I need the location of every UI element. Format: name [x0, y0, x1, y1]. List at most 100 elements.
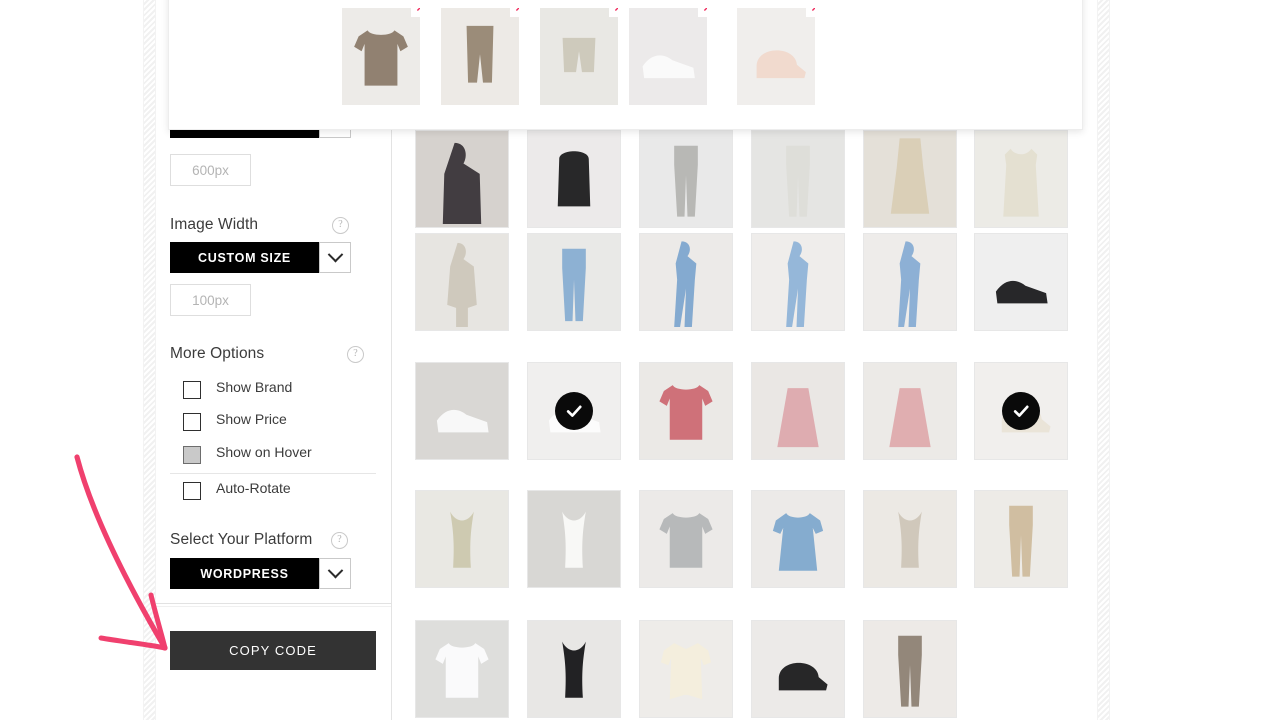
chevron-down-icon[interactable] — [319, 242, 351, 273]
page-gutter-left — [143, 0, 156, 720]
more-options-label: More Options — [170, 345, 265, 362]
product-cell-beige-tshirt-dress-model[interactable] — [415, 233, 509, 331]
copy-code-button[interactable]: COPY CODE — [170, 631, 376, 670]
help-circle-icon[interactable]: ? — [347, 346, 364, 363]
sidebar-footer-divider-2 — [155, 606, 391, 607]
product-image — [864, 131, 956, 227]
product-cell-light-blue-jeans-flat[interactable] — [527, 233, 621, 331]
selected-thumb-image — [540, 8, 618, 105]
product-cell-black-blouse-model[interactable] — [415, 130, 509, 228]
selected-thumb-taupe-short-sleeve-tee[interactable]: ✕ — [342, 8, 420, 105]
checkbox-show-on-hover[interactable] — [183, 446, 201, 464]
product-image — [416, 621, 508, 717]
product-image — [528, 491, 620, 587]
product-cell-blue-skinny-jeans-model-a[interactable] — [639, 233, 733, 331]
product-image — [975, 234, 1067, 330]
product-cell-cream-button-cardigan[interactable] — [639, 620, 733, 718]
product-image — [752, 491, 844, 587]
product-cell-grey-check-trousers[interactable] — [639, 130, 733, 228]
platform-select-value: WORDPRESS — [200, 566, 289, 581]
product-cell-beige-knit-camisole[interactable] — [415, 490, 509, 588]
product-image — [528, 621, 620, 717]
product-image — [640, 621, 732, 717]
product-cell-pink-pleated-skirt-a[interactable] — [751, 362, 845, 460]
selected-thumb-white-running-sneakers[interactable]: ✕ — [629, 8, 707, 105]
product-image — [640, 491, 732, 587]
product-cell-white-straight-trousers[interactable] — [751, 130, 845, 228]
help-circle-icon[interactable]: ? — [332, 217, 349, 234]
product-cell-black-baseball-cap[interactable] — [751, 620, 845, 718]
product-image — [528, 131, 620, 227]
product-cell-white-adidas-sneakers[interactable] — [415, 362, 509, 460]
product-cell-cream-baseball-cap[interactable] — [974, 362, 1068, 460]
platform-label: Select Your Platform — [170, 531, 313, 548]
product-image — [528, 234, 620, 330]
close-x-icon[interactable]: ✕ — [411, 8, 420, 17]
checkbox-show-brand[interactable] — [183, 381, 201, 399]
chevron-down-icon[interactable] — [319, 558, 351, 589]
platform-select[interactable]: WORDPRESS — [170, 558, 351, 589]
product-cell-black-backpack[interactable] — [527, 130, 621, 228]
product-cell-rose-pink-tee[interactable] — [639, 362, 733, 460]
product-image — [640, 131, 732, 227]
product-cell-white-tshirt[interactable] — [415, 620, 509, 718]
product-cell-black-ribbed-tank[interactable] — [527, 620, 621, 718]
selected-thumb-image — [629, 8, 707, 105]
selected-items-panel: ✕ ✕ ✕ ✕ ✕ — [168, 0, 1083, 130]
checkbox-auto-rotate[interactable] — [183, 482, 201, 500]
image-width-select[interactable]: CUSTOM SIZE — [170, 242, 351, 273]
product-image — [640, 234, 732, 330]
image-width-select-value: CUSTOM SIZE — [198, 250, 291, 265]
product-image — [864, 491, 956, 587]
product-cell-grey-ribbed-tee[interactable] — [639, 490, 733, 588]
product-image — [416, 234, 508, 330]
divider — [170, 473, 376, 474]
product-cell-blue-smock-dress[interactable] — [751, 490, 845, 588]
product-cell-beige-knit-tank[interactable] — [863, 490, 957, 588]
product-image — [864, 234, 956, 330]
check-circle-icon[interactable] — [1002, 392, 1040, 430]
selected-thumb-image — [342, 8, 420, 105]
selected-thumb-image — [441, 8, 519, 105]
check-circle-icon[interactable] — [555, 392, 593, 430]
product-cell-black-sneakers[interactable] — [974, 233, 1068, 331]
product-cell-blue-skinny-jeans-model-b[interactable] — [751, 233, 845, 331]
image-width-input[interactable]: 100px — [170, 284, 251, 316]
product-image — [752, 621, 844, 717]
product-cell-white-running-shoes[interactable] — [527, 362, 621, 460]
product-image — [416, 363, 508, 459]
product-cell-white-ribbed-tank[interactable] — [527, 490, 621, 588]
help-circle-icon[interactable]: ? — [331, 532, 348, 549]
screenshot-stage: 600px Image Width ? CUSTOM SIZE 100px Mo… — [0, 0, 1280, 720]
product-image — [640, 363, 732, 459]
product-image — [752, 234, 844, 330]
product-cell-cream-wrap-dress[interactable] — [974, 130, 1068, 228]
product-cell-brown-check-trousers[interactable] — [863, 620, 957, 718]
product-image — [975, 491, 1067, 587]
product-image — [416, 131, 508, 227]
product-cell-striped-shirt-jeans-model[interactable] — [863, 233, 957, 331]
sidebar-footer-divider — [155, 603, 391, 604]
checkbox-label: Show Price — [216, 411, 287, 427]
product-image — [864, 363, 956, 459]
close-x-icon[interactable]: ✕ — [609, 8, 618, 17]
selected-thumb-blush-baseball-cap[interactable]: ✕ — [737, 8, 815, 105]
product-cell-beige-midi-skirt-model[interactable] — [863, 130, 957, 228]
close-x-icon[interactable]: ✕ — [698, 8, 707, 17]
product-cell-pink-pleated-skirt-b[interactable] — [863, 362, 957, 460]
selected-thumb-beige-sweat-shorts[interactable]: ✕ — [540, 8, 618, 105]
checkbox-label: Auto-Rotate — [216, 480, 291, 496]
product-cell-beige-straight-jeans[interactable] — [974, 490, 1068, 588]
product-image — [416, 491, 508, 587]
page-gutter-right — [1097, 0, 1110, 720]
close-x-icon[interactable]: ✕ — [806, 8, 815, 17]
image-height-input[interactable]: 600px — [170, 154, 251, 186]
product-image — [752, 363, 844, 459]
checkbox-label: Show on Hover — [216, 444, 312, 460]
product-image — [752, 131, 844, 227]
image-width-label: Image Width — [170, 216, 259, 233]
product-image — [864, 621, 956, 717]
close-x-icon[interactable]: ✕ — [510, 8, 519, 17]
checkbox-show-price[interactable] — [183, 413, 201, 431]
selected-thumb-taupe-bike-shorts[interactable]: ✕ — [441, 8, 519, 105]
